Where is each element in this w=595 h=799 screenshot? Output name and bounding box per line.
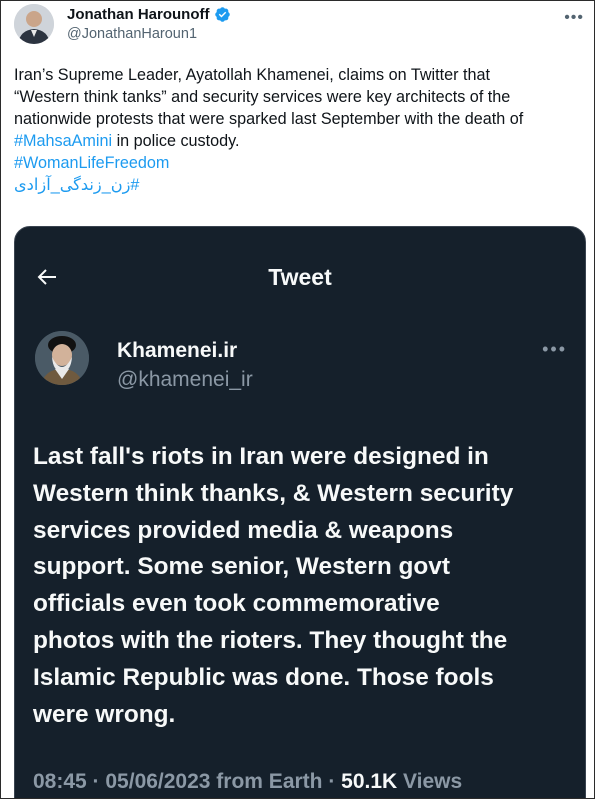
views-count: 50.1K [341, 770, 398, 793]
tweet-header: Jonathan Harounoff @JonathanHaroun1 ••• [14, 3, 584, 49]
timestamp: 08:45 · 05/06/2023 from Earth · [33, 770, 342, 793]
embedded-tweet-header: Tweet [15, 227, 585, 327]
more-icon[interactable]: ••• [564, 9, 584, 27]
hashtag-link[interactable]: #زن_زندگی_آزادی [14, 174, 139, 196]
user-avatar-image [14, 4, 54, 44]
tweet-text-line: Iran’s Supreme Leader, Ayatollah Khamene… [14, 66, 491, 84]
embedded-text-line: Last fall's riots in Iran were designed … [33, 443, 489, 470]
khamenei-avatar-image [35, 331, 89, 385]
embedded-text-line: were wrong. [33, 700, 176, 728]
embedded-text-line: support. Some senior, Western govt [33, 553, 450, 581]
embedded-page-title: Tweet [268, 264, 332, 290]
views-label: Views [397, 770, 463, 793]
screenshot-frame: Jonathan Harounoff @JonathanHaroun1 ••• … [0, 0, 595, 799]
author-info: Jonathan Harounoff @JonathanHaroun1 [67, 6, 231, 42]
embedded-tweet-meta: 08:45 · 05/06/2023 from Earth · 50.1K Vi… [33, 770, 462, 794]
avatar[interactable] [14, 4, 54, 44]
embedded-text-line: Islamic Republic was done. Those fools [33, 663, 494, 691]
author-name[interactable]: Jonathan Harounoff [67, 6, 210, 23]
embedded-tweet-image[interactable]: Tweet Khamenei.ir @khamenei_ir ••• Last … [14, 226, 586, 798]
embedded-tweet-text: Last fall's riots in Iran were designed … [33, 439, 578, 733]
avatar [35, 331, 89, 385]
verified-badge-icon [214, 7, 230, 22]
tweet-text-fragment: in police custody. [112, 132, 240, 150]
tweet-text-line: #MahsaAmini in police custody. [14, 130, 584, 152]
more-icon: ••• [542, 339, 567, 359]
embedded-author-handle: @khamenei_ir [117, 368, 253, 391]
embedded-text-line: photos with the rioters. They thought th… [33, 626, 508, 654]
tweet-text-line: “Western think tanks” and security servi… [14, 88, 511, 106]
tweet-text: Iran’s Supreme Leader, Ayatollah Khamene… [14, 64, 584, 196]
tweet-text-line: nationwide protests that were sparked la… [14, 110, 524, 128]
author-handle[interactable]: @JonathanHaroun1 [67, 26, 231, 42]
embedded-author-name: Khamenei.ir [117, 339, 238, 362]
embedded-text-line: Western think thanks, & Western security [33, 479, 514, 507]
embedded-text-line: services provided media & weapons [33, 516, 454, 544]
hashtag-link[interactable]: #WomanLifeFreedom [14, 154, 169, 172]
embedded-text-line: officials even took commemorative [33, 590, 440, 618]
hashtag-link[interactable]: #MahsaAmini [14, 132, 112, 150]
